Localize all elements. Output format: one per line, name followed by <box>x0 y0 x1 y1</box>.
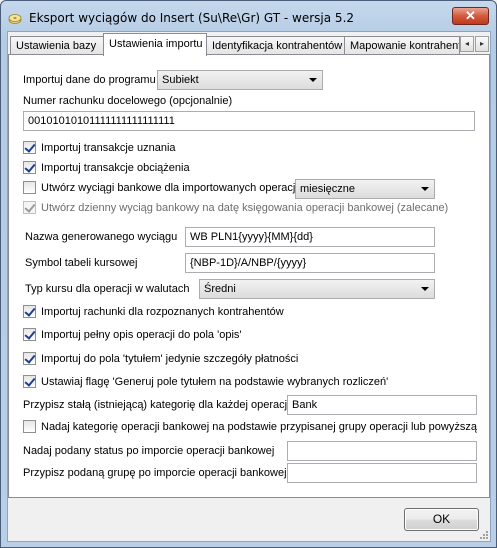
generate-title-label: Ustawiaj flagę 'Generuj pole tytułem na … <box>41 376 389 388</box>
account-number-input[interactable]: 00101010101111111111111111 <box>23 111 475 131</box>
import-to-select[interactable]: Subiekt <box>157 70 323 90</box>
rate-table-label: Symbol tabeli kursowej <box>25 257 138 269</box>
disk-icon <box>8 14 22 24</box>
tab-label: Mapowanie kontrahent <box>350 40 460 52</box>
chevron-right-icon: ▸ <box>479 39 484 48</box>
statement-name-label: Nazwa generowanego wyciągu <box>25 231 178 243</box>
group-label: Przypisz podaną grupę po imporcie operac… <box>23 467 287 479</box>
tab-label: Ustawienia bazy <box>16 40 97 52</box>
generate-title-checkbox[interactable] <box>23 375 36 388</box>
statement-period-value: miesięczne <box>300 183 356 195</box>
title-details-checkbox[interactable] <box>23 352 36 365</box>
category-by-group-checkbox[interactable] <box>23 420 36 433</box>
tab-label: Identyfikacja kontrahentów <box>212 40 343 52</box>
tab-import-settings[interactable]: Ustawienia importu <box>103 33 207 56</box>
chevron-left-icon: ◂ <box>464 39 469 48</box>
chevron-down-icon <box>421 187 429 191</box>
rate-table-value: {NBP-1D}/A/NBP/{yyyy} <box>190 257 307 269</box>
tab-scroll-left-button[interactable]: ◂ <box>460 36 474 52</box>
tab-scroll-right-button[interactable]: ▸ <box>475 36 489 52</box>
title-bar[interactable]: Eksport wyciągów do Insert (Su\Re\Gr) GT… <box>1 1 496 31</box>
full-description-label: Importuj pełny opis operacji do pola 'op… <box>41 329 242 341</box>
import-accounts-checkbox[interactable] <box>23 305 36 318</box>
daily-statement-checkbox[interactable] <box>23 201 36 214</box>
statement-name-value: WB PLN1{yyyy}{MM}{dd} <box>190 231 313 243</box>
tab-strip: Ustawienia bazy Ustawienia importu Ident… <box>8 33 490 56</box>
tab-database-settings[interactable]: Ustawienia bazy <box>10 36 106 55</box>
tab-contractor-identification[interactable]: Identyfikacja kontrahentów <box>206 36 345 55</box>
resize-grip-icon[interactable] <box>479 530 489 540</box>
chevron-down-icon <box>421 287 429 291</box>
rate-type-label: Typ kursu dla operacji w walutach <box>25 283 190 295</box>
status-label: Nadaj podany status po imporcie operacji… <box>23 445 275 457</box>
import-to-label: Importuj dane do programu <box>23 74 156 86</box>
credit-transactions-label: Importuj transakcje uznania <box>41 142 176 154</box>
import-settings-panel: Importuj dane do programu Subiekt Numer … <box>8 54 490 498</box>
ok-button-label: OK <box>432 512 451 526</box>
account-number-value: 00101010101111111111111111 <box>28 115 175 127</box>
statement-period-select[interactable]: miesięczne <box>295 179 435 199</box>
status-input[interactable] <box>287 441 477 461</box>
create-statements-label: Utwórz wyciągi bankowe dla importowanych… <box>41 182 298 194</box>
daily-statement-label: Utwórz dzienny wyciąg bankowy na datę ks… <box>41 202 449 214</box>
create-statements-checkbox[interactable] <box>23 181 36 194</box>
rate-type-value: Średni <box>204 283 236 295</box>
category-label: Przypisz stałą (istniejącą) kategorię dl… <box>23 399 290 411</box>
debit-transactions-label: Importuj transakcje obciążenia <box>41 162 190 174</box>
account-label: Numer rachunku docelowego (opcjonalnie) <box>23 95 233 107</box>
rate-type-select[interactable]: Średni <box>199 279 435 299</box>
category-value: Bank <box>292 399 318 411</box>
close-button[interactable]: ✕ <box>452 7 489 25</box>
debit-transactions-checkbox[interactable] <box>23 161 36 174</box>
dialog-client-area: Ustawienia bazy Ustawienia importu Ident… <box>7 31 491 542</box>
category-input[interactable]: Bank <box>287 395 477 415</box>
import-accounts-label: Importuj rachunki dla rozpoznanych kontr… <box>41 306 284 318</box>
tab-label: Ustawienia importu <box>109 38 203 50</box>
group-input[interactable] <box>287 463 477 483</box>
tab-contractor-mapping[interactable]: Mapowanie kontrahent <box>344 36 460 55</box>
full-description-checkbox[interactable] <box>23 328 36 341</box>
window-title: Eksport wyciągów do Insert (Su\Re\Gr) GT… <box>29 11 355 25</box>
close-icon: ✕ <box>465 8 476 23</box>
import-to-value: Subiekt <box>162 74 199 86</box>
rate-table-input[interactable]: {NBP-1D}/A/NBP/{yyyy} <box>185 253 435 273</box>
statement-name-input[interactable]: WB PLN1{yyyy}{MM}{dd} <box>185 227 435 247</box>
credit-transactions-checkbox[interactable] <box>23 141 36 154</box>
ok-button[interactable]: OK <box>404 508 479 531</box>
category-by-group-label: Nadaj kategorię operacji bankowej na pod… <box>41 421 477 433</box>
app-window: Eksport wyciągów do Insert (Su\Re\Gr) GT… <box>0 0 497 548</box>
title-details-label: Importuj do pola 'tytułem' jedynie szcze… <box>41 353 299 365</box>
chevron-down-icon <box>309 78 317 82</box>
